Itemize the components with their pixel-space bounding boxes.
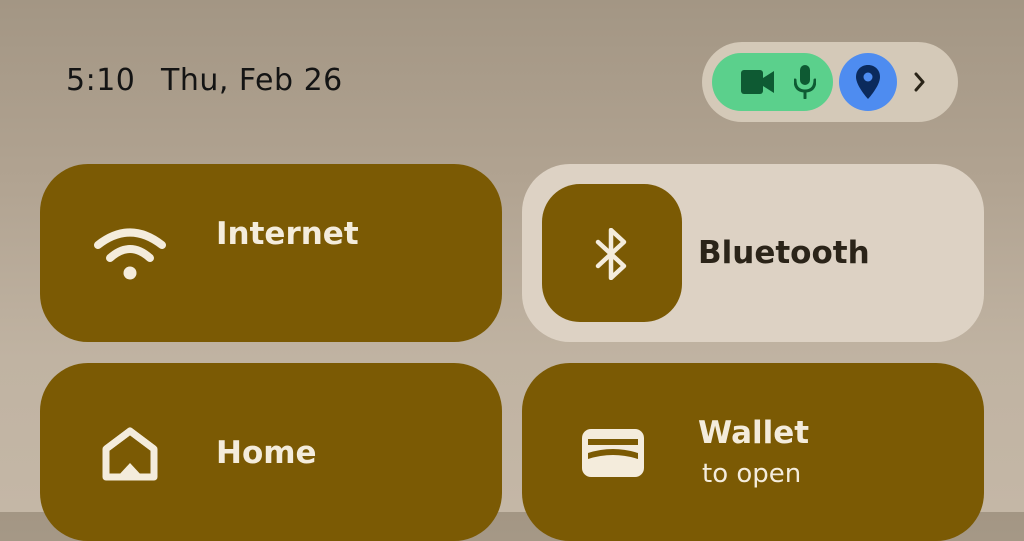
- wallet-tile-subtitle: to open: [702, 459, 802, 489]
- microphone-icon: [793, 65, 817, 103]
- wifi-icon: [94, 228, 166, 284]
- wallet-icon: [582, 429, 644, 481]
- video-camera-icon: [741, 69, 775, 99]
- home-tile[interactable]: Home: [40, 363, 502, 541]
- bluetooth-toggle[interactable]: [542, 184, 682, 322]
- camera-mic-chip[interactable]: [712, 53, 833, 111]
- chevron-right-icon[interactable]: [914, 72, 926, 96]
- bluetooth-tile[interactable]: Bluetooth: [522, 164, 984, 342]
- bluetooth-icon: [595, 228, 627, 280]
- privacy-indicators-pill[interactable]: [702, 42, 958, 122]
- wallet-tile[interactable]: Wallet to open: [522, 363, 984, 541]
- status-time: 5:10: [66, 63, 136, 98]
- location-chip[interactable]: [839, 53, 897, 111]
- wallet-tile-label: Wallet: [698, 415, 810, 451]
- status-date[interactable]: Thu, Feb 26: [161, 63, 343, 98]
- location-pin-icon: [856, 65, 880, 99]
- home-tile-label: Home: [216, 435, 317, 471]
- bluetooth-tile-label: Bluetooth: [698, 235, 870, 271]
- home-icon: [102, 427, 158, 485]
- internet-tile[interactable]: Internet: [40, 164, 502, 342]
- internet-tile-label: Internet: [216, 216, 359, 252]
